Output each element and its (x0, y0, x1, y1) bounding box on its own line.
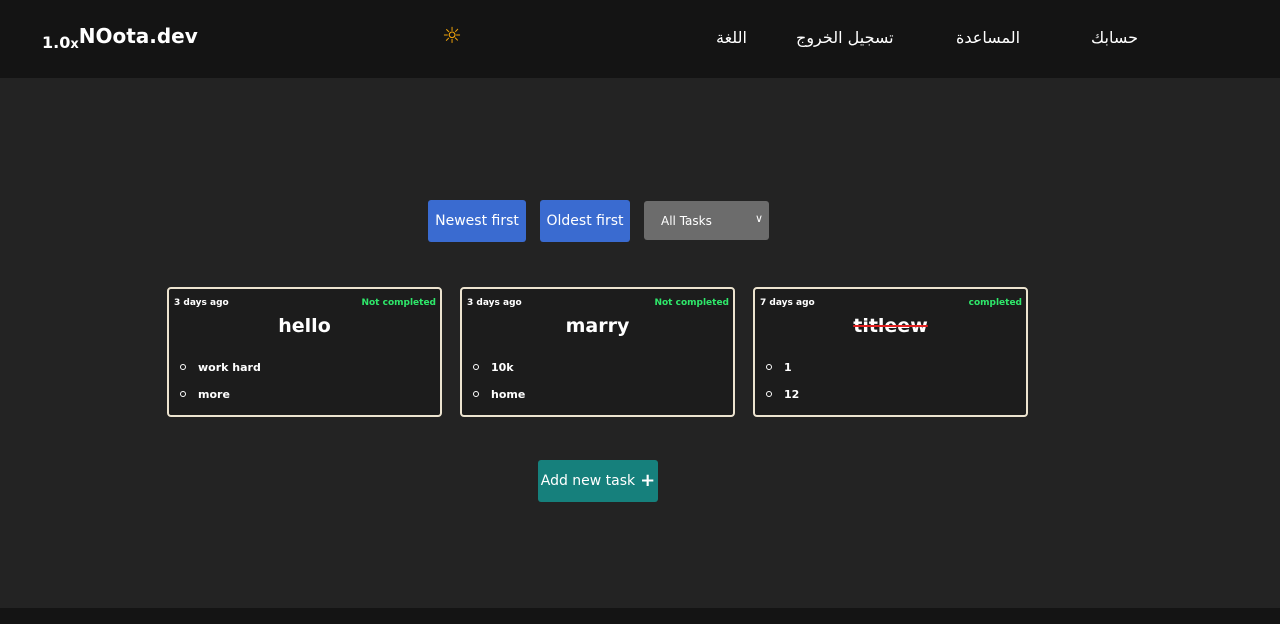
task-card[interactable]: 7 days ago completed titleew 1 12 (753, 287, 1028, 417)
task-title: hello (278, 315, 331, 337)
bullet-icon (766, 391, 772, 397)
brand-name: NOota.dev (78, 24, 198, 48)
nav-help[interactable]: المساعدة (956, 27, 1020, 49)
bullet-icon (473, 364, 479, 370)
task-item: 10k (472, 361, 525, 388)
task-item-text: more (198, 388, 230, 401)
task-age: 3 days ago (467, 298, 522, 308)
bullet-icon (180, 391, 186, 397)
brand-version: 1.0 (42, 33, 71, 52)
task-status: Not completed (654, 298, 729, 308)
bullet-icon (766, 364, 772, 370)
brand-logo[interactable]: 1.0 x NOota.dev (42, 24, 198, 52)
task-item-text: 1 (784, 361, 792, 374)
bullet-icon (473, 391, 479, 397)
bullet-icon (180, 364, 186, 370)
task-item-text: work hard (198, 361, 261, 374)
sun-icon[interactable]: ☼ (441, 26, 463, 48)
task-item: home (472, 388, 525, 415)
newest-first-button[interactable]: Newest first (428, 200, 526, 242)
task-item: more (179, 388, 261, 415)
oldest-first-button[interactable]: Oldest first (540, 200, 630, 242)
task-status: Not completed (361, 298, 436, 308)
task-title: marry (565, 315, 630, 337)
navbar: 1.0 x NOota.dev ☼ اللغة تسجيل الخروج الم… (0, 0, 1280, 78)
task-status: completed (968, 298, 1022, 308)
task-item-text: 10k (491, 361, 514, 374)
nav-logout[interactable]: تسجيل الخروج (796, 27, 894, 49)
task-items: work hard more (179, 361, 261, 415)
task-item: 1 (765, 361, 799, 388)
task-item: work hard (179, 361, 261, 388)
task-items: 1 12 (765, 361, 799, 415)
task-filter-select[interactable]: All Tasks ∨ (644, 201, 769, 240)
task-item: 12 (765, 388, 799, 415)
chevron-down-icon: ∨ (754, 212, 763, 225)
add-task-label: Add new task (540, 473, 636, 489)
task-title: titleew (853, 315, 928, 337)
task-age: 3 days ago (174, 298, 229, 308)
plus-icon: + (640, 470, 656, 491)
task-items: 10k home (472, 361, 525, 415)
task-age: 7 days ago (760, 298, 815, 308)
task-card[interactable]: 3 days ago Not completed marry 10k home (460, 287, 735, 417)
add-task-button[interactable]: Add new task + (538, 460, 658, 502)
task-item-text: 12 (784, 388, 800, 401)
brand-x: x (70, 37, 79, 52)
task-card[interactable]: 3 days ago Not completed hello work hard… (167, 287, 442, 417)
task-filter-value: All Tasks (661, 213, 712, 228)
nav-account[interactable]: حسابك (1091, 27, 1138, 49)
footer (0, 608, 1280, 624)
nav-language[interactable]: اللغة (716, 27, 747, 49)
task-item-text: home (491, 388, 526, 401)
